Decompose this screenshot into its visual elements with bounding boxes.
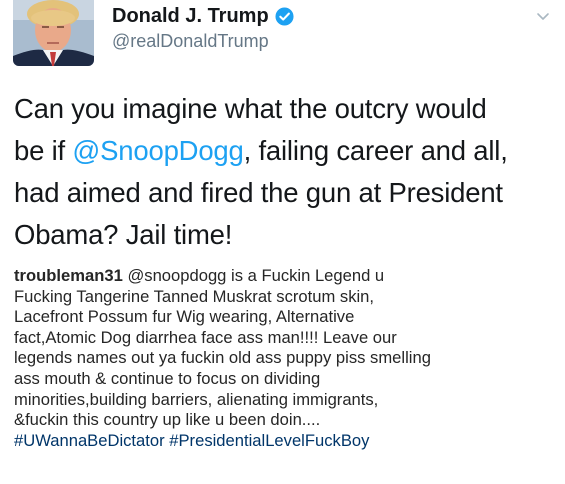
tweet-screenshot: Donald J. Trump @realDonaldTrump Can you… — [0, 0, 565, 484]
user-handle[interactable]: @realDonaldTrump — [112, 31, 269, 52]
display-name[interactable]: Donald J. Trump — [112, 5, 269, 28]
comment-caption: troubleman31 @snoopdogg is a Fuckin Lege… — [14, 266, 559, 451]
comment-mention[interactable]: @snoopdogg — [127, 266, 226, 285]
hashtag-link[interactable]: #UWannaBeDictator — [14, 431, 165, 450]
avatar-portrait-image — [13, 0, 94, 66]
comment-body: is a Fuckin Legend u Fucking Tangerine T… — [14, 266, 431, 430]
comment-username[interactable]: troubleman31 — [14, 266, 123, 285]
hashtag-link[interactable]: #PresidentialLevelFuckBoy — [169, 431, 369, 450]
mention-link[interactable]: @SnoopDogg — [72, 135, 243, 166]
chevron-down-icon[interactable] — [535, 8, 551, 24]
verified-badge-icon — [275, 6, 294, 26]
profile-avatar[interactable] — [13, 0, 94, 66]
author-name-row: Donald J. Trump — [112, 5, 294, 27]
tweet-text: Can you imagine what the outcry would be… — [14, 88, 554, 256]
